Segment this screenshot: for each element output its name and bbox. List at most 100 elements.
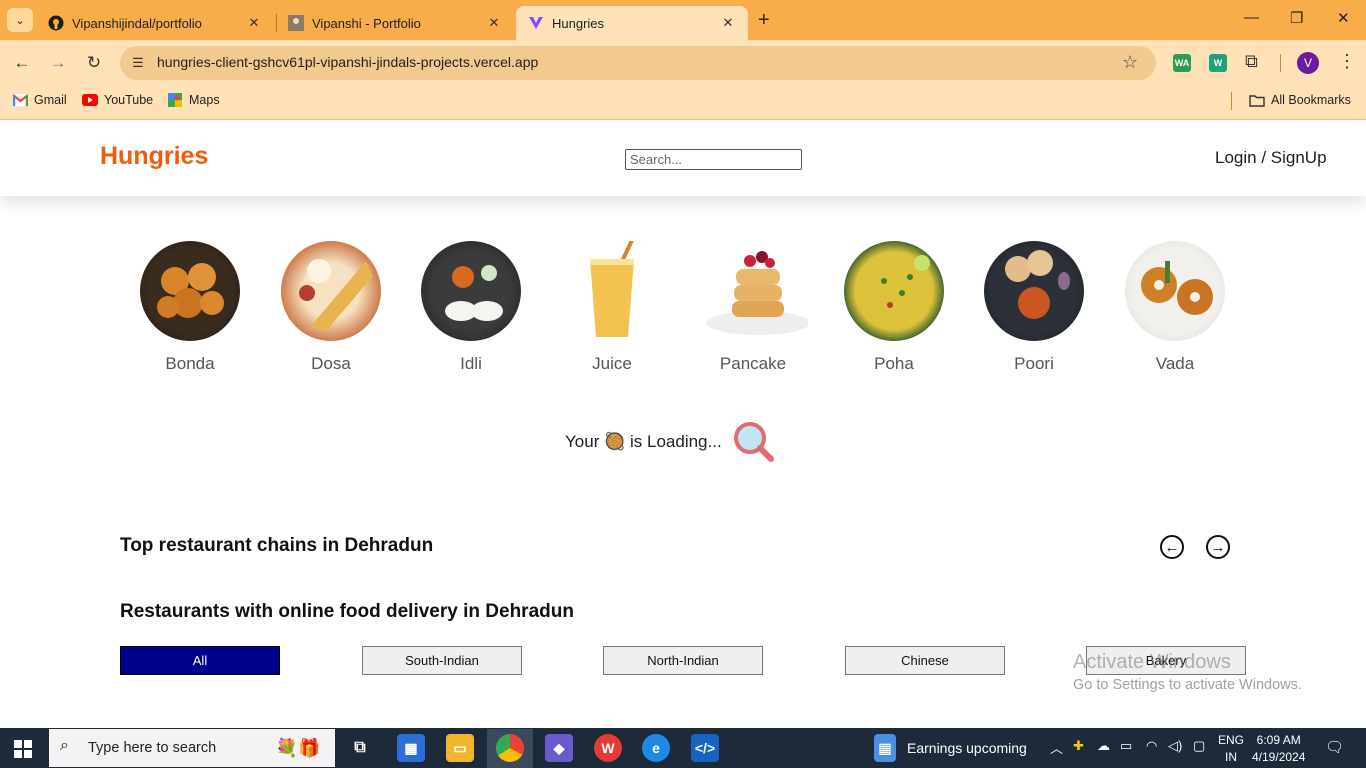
food-item-vada[interactable]: Vada: [1120, 236, 1230, 373]
onedrive-icon[interactable]: ☁: [1097, 738, 1110, 754]
clock-date: 4/19/2024: [1252, 750, 1306, 764]
notification-center-icon[interactable]: 🗨: [1325, 738, 1344, 756]
food-item-poha[interactable]: Poha: [839, 236, 949, 373]
food-label: Juice: [592, 354, 632, 373]
close-tab-icon[interactable]: ✕: [246, 15, 262, 31]
idli-image: [421, 241, 521, 341]
news-widget-text[interactable]: Earnings upcoming: [907, 740, 1027, 756]
loading-suffix: is Loading...: [630, 432, 722, 451]
bookmark-star-icon[interactable]: ☆: [1122, 52, 1138, 73]
top-chains-heading: Top restaurant chains in Dehradun: [120, 535, 434, 556]
login-signup-link[interactable]: Login / SignUp: [1215, 148, 1327, 168]
scroll-left-arrow-icon[interactable]: ←: [1160, 535, 1184, 559]
whatsapp-extension-icon[interactable]: WA: [1173, 54, 1191, 72]
filter-all-button[interactable]: All: [120, 646, 280, 675]
food-item-pancake[interactable]: Pancake: [698, 236, 808, 373]
url-text[interactable]: hungries-client-gshcv61pl-vipanshi-jinda…: [157, 54, 538, 70]
food-item-poori[interactable]: Poori: [979, 236, 1089, 373]
folder-icon: [1249, 92, 1265, 108]
all-bookmarks[interactable]: All Bookmarks: [1249, 92, 1351, 108]
food-label: Idli: [460, 354, 482, 373]
poha-image: [844, 241, 944, 341]
menu-kebab-icon[interactable]: ⋮: [1338, 51, 1356, 72]
extensions-puzzle-icon[interactable]: ⧉: [1245, 51, 1258, 72]
site-settings-icon[interactable]: ☰: [128, 53, 148, 73]
reload-icon[interactable]: ↻: [82, 51, 106, 75]
forward-arrow-icon[interactable]: →: [46, 51, 70, 75]
gmail-icon: [12, 92, 28, 108]
portfolio-favicon-icon: [288, 15, 304, 31]
tab-github-portfolio[interactable]: Vipanshijindal/portfolio ✕: [36, 6, 274, 40]
pancake-image: [698, 241, 808, 341]
language-indicator[interactable]: ENG IN: [1218, 732, 1244, 766]
windows-start-icon[interactable]: [14, 740, 32, 758]
bookmark-label: Gmail: [34, 93, 67, 107]
search-input[interactable]: [625, 149, 802, 170]
edge-icon[interactable]: e: [642, 734, 670, 762]
tab-search-chevron-icon[interactable]: ⌄: [7, 8, 33, 32]
tab-title: Hungries: [552, 15, 605, 31]
close-tab-icon[interactable]: ✕: [486, 15, 502, 31]
bookmark-label: Maps: [189, 93, 220, 107]
filter-chinese-button[interactable]: Chinese: [845, 646, 1005, 675]
filter-south-indian-button[interactable]: South-Indian: [362, 646, 522, 675]
bonda-image: [140, 241, 240, 341]
battery-icon[interactable]: ▭: [1120, 738, 1132, 754]
food-label: Pancake: [719, 354, 787, 373]
bookmark-maps[interactable]: Maps: [167, 92, 220, 108]
filter-north-indian-button[interactable]: North-Indian: [603, 646, 763, 675]
dosa-image: [281, 241, 381, 341]
bookmark-label: YouTube: [104, 93, 154, 107]
close-window-icon[interactable]: ✕: [1337, 9, 1350, 27]
food-item-dosa[interactable]: Dosa: [276, 236, 386, 373]
activate-windows-watermark: Activate Windows: [1073, 651, 1231, 673]
profile-avatar[interactable]: V: [1297, 52, 1319, 74]
food-item-juice[interactable]: Juice: [557, 236, 667, 373]
youtube-icon: [82, 92, 98, 108]
juice-image: [562, 241, 662, 341]
wifi-icon[interactable]: ◠: [1146, 738, 1157, 754]
copilot-icon[interactable]: ◆: [545, 734, 573, 762]
vada-image: [1125, 241, 1225, 341]
all-bookmarks-label: All Bookmarks: [1271, 93, 1351, 107]
clock-time: 6:09 AM: [1256, 733, 1301, 747]
food-label: Vada: [1155, 354, 1195, 373]
news-stock-icon[interactable]: ▤: [874, 734, 896, 762]
task-view-icon[interactable]: ⧉: [346, 734, 374, 762]
close-tab-icon[interactable]: ✕: [720, 15, 736, 31]
new-tab-icon[interactable]: +: [758, 9, 770, 32]
poori-image: [984, 241, 1084, 341]
scroll-right-arrow-icon[interactable]: →: [1206, 535, 1230, 559]
back-arrow-icon[interactable]: ←: [10, 51, 34, 75]
region-code: IN: [1225, 750, 1237, 764]
tray-app-icon[interactable]: ✚: [1073, 738, 1084, 754]
flowers-gift-icon[interactable]: 💐🎁: [272, 734, 324, 762]
tab-hungries[interactable]: Hungries ✕: [516, 6, 748, 40]
site-logo[interactable]: Hungries: [100, 142, 208, 171]
food-item-idli[interactable]: Idli: [416, 236, 526, 373]
food-label: Poori: [1014, 354, 1054, 373]
chrome-icon[interactable]: [496, 734, 524, 762]
bookmark-gmail[interactable]: Gmail: [12, 92, 67, 108]
restore-icon[interactable]: ❐: [1290, 9, 1303, 27]
minimize-icon[interactable]: —: [1244, 9, 1259, 26]
loading-message: Your 🥘 is Loading...: [565, 432, 722, 452]
show-hidden-icons-chevron-icon[interactable]: ︿: [1050, 738, 1063, 757]
display-icon[interactable]: ▢: [1193, 738, 1205, 754]
food-label: Poha: [874, 354, 914, 373]
language-code: ENG: [1218, 733, 1245, 747]
online-delivery-heading: Restaurants with online food delivery in…: [120, 601, 574, 622]
bookmark-youtube[interactable]: YouTube: [82, 92, 153, 108]
vscode-icon[interactable]: </>: [691, 734, 719, 762]
file-explorer-icon[interactable]: ▭: [446, 734, 474, 762]
tab-title: Vipanshi - Portfolio: [312, 15, 421, 31]
w-extension-icon[interactable]: W: [1209, 54, 1227, 72]
food-item-bonda[interactable]: Bonda: [135, 236, 245, 373]
food-label: Dosa: [311, 354, 351, 373]
tab-title: Vipanshijindal/portfolio: [72, 15, 202, 31]
taskbar-clock[interactable]: 6:09 AM 4/19/2024: [1252, 732, 1305, 766]
volume-icon[interactable]: ◁): [1168, 738, 1182, 754]
microsoft-store-icon[interactable]: ▦: [397, 734, 425, 762]
tab-vipanshi-portfolio[interactable]: Vipanshi - Portfolio ✕: [276, 6, 514, 40]
wps-office-icon[interactable]: W: [594, 734, 622, 762]
